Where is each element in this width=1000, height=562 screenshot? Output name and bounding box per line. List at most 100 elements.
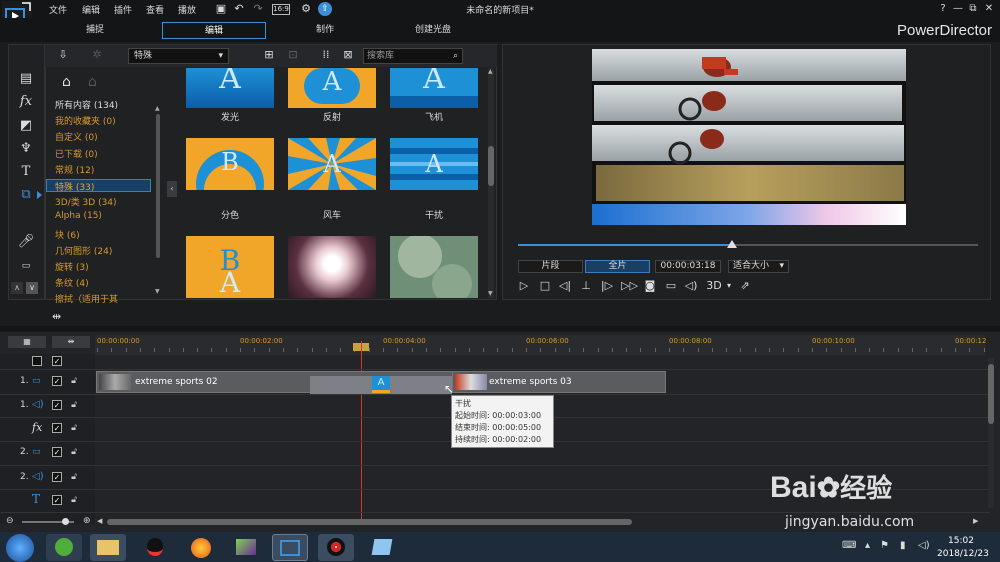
lock-icon[interactable]: 🔓︎	[69, 376, 79, 386]
zoom-out-icon[interactable]: ⊖	[6, 516, 14, 526]
track-enable-checkbox[interactable]: ✓	[52, 495, 62, 505]
zoom-in-icon[interactable]: ⊕	[83, 516, 91, 526]
import-icon[interactable]: ⇩	[56, 48, 70, 62]
category-item[interactable]: 块 (6)	[55, 228, 80, 241]
category-item[interactable]: 常规 (12)	[55, 163, 94, 176]
zoom-slider-handle[interactable]	[62, 518, 69, 525]
category-scrollbar[interactable]	[156, 114, 160, 258]
scroll-up-arrow-icon[interactable]: ▲	[155, 105, 160, 112]
minimize-button[interactable]: —	[951, 2, 965, 16]
tray-expand-icon[interactable]: ▴	[865, 540, 870, 551]
taskbar-360-icon[interactable]	[46, 534, 82, 561]
subtitle-icon[interactable]: ▭	[664, 279, 678, 293]
tray-keyboard-icon[interactable]: ⌨	[842, 540, 856, 551]
taskbar-video-app-icon[interactable]	[228, 534, 264, 561]
taskbar-recorder-icon[interactable]	[318, 534, 354, 561]
menu-edit[interactable]: 编辑	[82, 3, 100, 16]
thumb-a-b[interactable]: BA	[186, 236, 274, 298]
track-enable-checkbox[interactable]: ✓	[52, 423, 62, 433]
scroll-down-button[interactable]: ∨	[26, 282, 38, 294]
tray-network-icon[interactable]: ▮	[900, 540, 906, 551]
movie-mode-button[interactable]: 全片	[585, 260, 650, 273]
split-icon[interactable]: ⊥	[579, 279, 593, 293]
snapshot-icon[interactable]: ◙	[643, 279, 657, 293]
taskbar-notes-icon[interactable]	[364, 534, 400, 561]
category-item[interactable]: 我的收藏夹 (0)	[55, 114, 116, 127]
add-favorite-tag-icon[interactable]: ⌂	[62, 74, 71, 90]
undo-icon[interactable]: ↶	[232, 2, 246, 16]
category-item[interactable]: 擦拭（适用于其	[55, 292, 118, 305]
thumb-reflect[interactable]: A	[288, 68, 376, 108]
next-frame-icon[interactable]: |▷	[600, 279, 614, 293]
volume-icon[interactable]: ◁)	[684, 279, 698, 293]
category-item[interactable]: 特殊 (33)	[46, 179, 151, 193]
start-button[interactable]	[6, 534, 34, 562]
tray-flag-icon[interactable]: ⚑	[880, 540, 889, 551]
category-item[interactable]: 条纹 (4)	[55, 276, 89, 289]
3d-icon[interactable]: 3D	[705, 279, 723, 293]
video-clip-2[interactable]: extreme sports 03	[452, 371, 666, 393]
close-button[interactable]: ✕	[982, 2, 996, 16]
search-input[interactable]: 搜索库 ⌕	[363, 48, 463, 64]
play-icon[interactable]: ▷	[517, 279, 531, 293]
timecode-display[interactable]: 00:00:03:18	[655, 260, 721, 273]
tab-capture[interactable]: 捕捉	[50, 22, 140, 39]
clip-mode-button[interactable]: 片段	[518, 260, 583, 273]
taskbar-explorer-icon[interactable]	[90, 534, 126, 561]
menu-play[interactable]: 播放	[178, 3, 196, 16]
category-item[interactable]: 几何图形 (24)	[55, 244, 112, 257]
category-item[interactable]: 3D/类 3D (34)	[55, 195, 117, 208]
upgrade-icon[interactable]: ⇧	[318, 2, 332, 16]
tab-create-disc[interactable]: 创建光盘	[388, 22, 478, 39]
save-icon[interactable]: ▣	[214, 2, 228, 16]
remove-tag-icon[interactable]: ⌂	[88, 74, 97, 90]
menu-file[interactable]: 文件	[49, 3, 67, 16]
thumb-windmill[interactable]: A	[288, 138, 376, 190]
preview-scrubber-handle[interactable]	[727, 240, 737, 248]
fit-size-select[interactable]: 适合大小 ▾	[728, 260, 789, 273]
category-item[interactable]: 所有内容 (134)	[55, 98, 118, 111]
track-enable-checkbox[interactable]: ✓	[52, 447, 62, 457]
thumb-glow[interactable]: A	[186, 68, 274, 108]
add-to-favorites-icon[interactable]: ⊞	[262, 48, 276, 62]
splitter[interactable]	[0, 326, 1000, 331]
timeline-view-button[interactable]: ⇹	[52, 336, 90, 348]
category-select[interactable]: 特殊 ▾	[128, 48, 229, 64]
hscroll-right-icon[interactable]: ▶	[973, 517, 978, 525]
tab-produce[interactable]: 制作	[280, 22, 370, 39]
stop-icon[interactable]: □	[538, 279, 552, 293]
taskbar-qq-icon[interactable]	[137, 534, 173, 561]
clock-date[interactable]: 2018/12/23	[937, 549, 989, 559]
all-tracks-checkbox[interactable]: ✓	[52, 356, 62, 366]
thumb-interference[interactable]: A	[390, 138, 478, 190]
lock-icon[interactable]: 🔓︎	[69, 447, 79, 457]
aspect-ratio-icon[interactable]: 16:9	[272, 4, 290, 15]
lock-icon[interactable]: 🔓︎	[69, 423, 79, 433]
media-room-icon[interactable]: ▤	[16, 69, 36, 89]
track-enable-checkbox[interactable]: ✓	[52, 400, 62, 410]
category-item[interactable]: 旋转 (3)	[55, 260, 89, 273]
effect-room-icon[interactable]: fx	[16, 92, 36, 112]
lock-icon[interactable]: 🔓︎	[69, 472, 79, 482]
track-enable-checkbox[interactable]: ✓	[52, 472, 62, 482]
grid-scrollbar-thumb[interactable]	[488, 146, 494, 186]
lock-icon[interactable]: 🔓︎	[69, 400, 79, 410]
fit-timeline-icon[interactable]: ⇹	[52, 310, 61, 323]
subtitle-room-icon[interactable]: ▭	[16, 256, 36, 276]
help-button[interactable]: ?	[936, 2, 950, 16]
sort-icon[interactable]: ⊠	[341, 48, 355, 62]
scroll-up-button[interactable]: ∧	[11, 282, 23, 294]
timeline-hscroll-thumb[interactable]	[107, 519, 632, 525]
menu-plugins[interactable]: 插件	[114, 3, 132, 16]
category-item[interactable]: 已下载 (0)	[55, 147, 98, 160]
title-room-icon[interactable]: T	[16, 162, 36, 182]
redo-icon[interactable]: ↷	[251, 2, 265, 16]
settings-icon[interactable]: ⚙	[299, 2, 313, 16]
thumb-light-burst[interactable]	[288, 236, 376, 298]
restore-button[interactable]: ⧉	[966, 2, 980, 16]
grid-scroll-up-icon[interactable]: ▲	[488, 68, 493, 75]
tab-edit[interactable]: 编辑	[162, 22, 266, 39]
taskbar-firefox-icon[interactable]	[183, 534, 219, 561]
undock-icon[interactable]: ⇗	[738, 279, 752, 293]
menu-view[interactable]: 查看	[146, 3, 164, 16]
